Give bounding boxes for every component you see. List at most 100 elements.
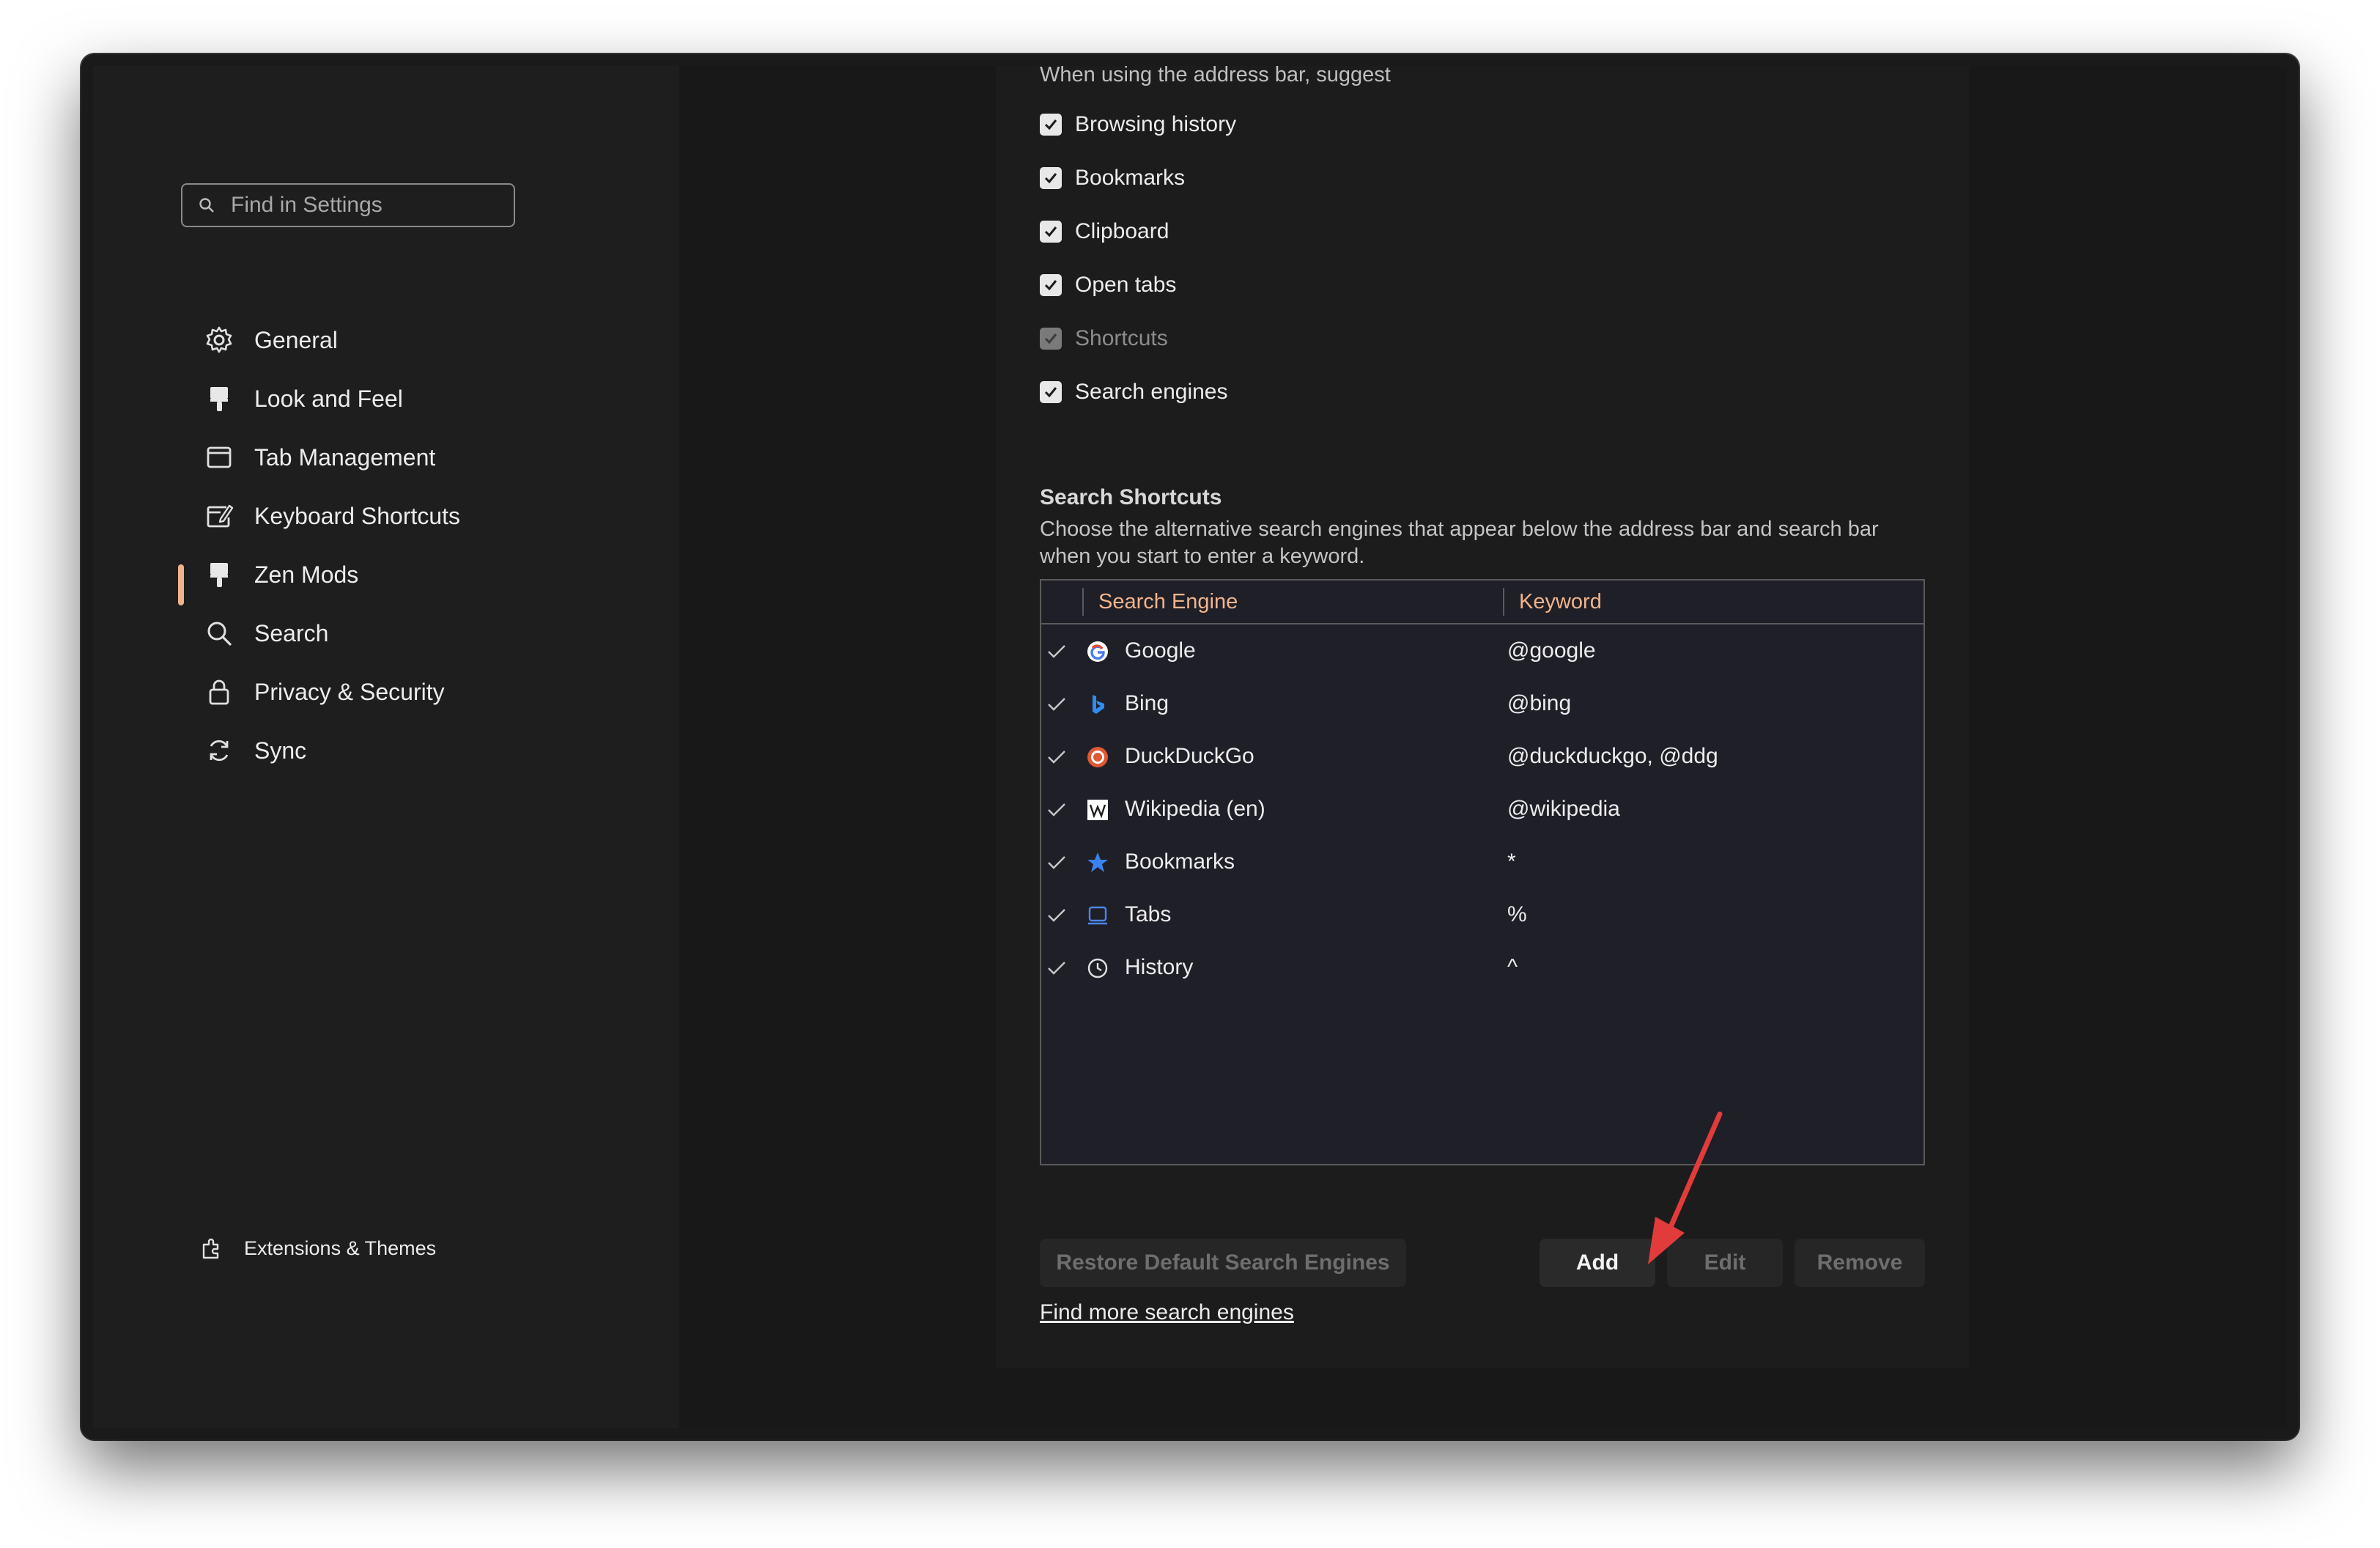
table-row[interactable]: Bookmarks * [1041,836,1923,888]
sidebar-item-privacy-security[interactable]: Privacy & Security [203,668,445,715]
checkbox[interactable] [1040,274,1062,296]
tab-icon [1085,903,1110,928]
sync-icon [203,734,235,767]
search-icon [203,617,235,649]
table-row[interactable]: Google @google [1041,624,1923,677]
sidebar-item-label: Privacy & Security [254,678,445,705]
column-separator [1503,588,1504,616]
checkmark-icon[interactable] [1044,956,1069,984]
option-label: Search engines [1075,380,1228,404]
sidebar-item-look-and-feel[interactable]: Look and Feel [203,375,403,422]
option-label: Clipboard [1075,219,1169,243]
engine-name: DuckDuckGo [1125,744,1254,768]
table-row[interactable]: Bing @bing [1041,677,1923,730]
search-icon [199,198,214,213]
extensions-themes-link[interactable]: Extensions & Themes [200,1236,436,1261]
checkmark-icon[interactable] [1044,692,1069,720]
checkbox[interactable] [1040,381,1062,403]
column-header-engine[interactable]: Search Engine [1098,580,1238,623]
active-indicator [178,564,184,605]
sidebar-item-label: Zen Mods [254,561,359,588]
sidebar-item-search[interactable]: Search [203,610,328,657]
sidebar-item-general[interactable]: General [203,317,338,364]
settings-search-input[interactable] [229,192,496,218]
engine-keyword: % [1507,902,1527,926]
restore-defaults-button[interactable]: Restore Default Search Engines [1040,1239,1406,1287]
option-browsing-history[interactable]: Browsing history [1040,104,1236,145]
option-label: Browsing history [1075,112,1237,136]
clock-icon [1085,956,1110,981]
search-engines-table[interactable]: Search Engine Keyword Google @google Bin… [1040,579,1925,1165]
checkbox[interactable] [1040,114,1062,136]
checkmark-icon[interactable] [1044,797,1069,826]
checkmark-icon[interactable] [1044,745,1069,773]
engine-name: Tabs [1125,902,1172,926]
sidebar: General Look and Feel [93,66,679,1428]
sidebar-item-zen-mods[interactable]: Zen Mods [203,551,358,598]
table-row[interactable]: Wikipedia (en) @wikipedia [1041,783,1923,836]
lock-icon [203,676,235,708]
sidebar-item-sync[interactable]: Sync [203,727,306,774]
table-header: Search Engine Keyword [1041,580,1923,624]
option-shortcuts: Shortcuts [1040,318,1168,359]
sidebar-item-keyboard-shortcuts[interactable]: Keyboard Shortcuts [203,493,460,539]
sidebar-item-label: General [254,326,338,353]
extensions-themes-label: Extensions & Themes [244,1236,437,1259]
engine-keyword: @duckduckgo, @ddg [1507,744,1718,768]
google-icon [1085,639,1110,664]
sidebar-item-tab-management[interactable]: Tab Management [203,434,435,481]
sidebar-item-label: Sync [254,737,307,764]
table-row[interactable]: DuckDuckGo @duckduckgo, @ddg [1041,730,1923,783]
wikipedia-icon [1085,797,1110,822]
engine-keyword: * [1507,849,1516,874]
option-search-engines[interactable]: Search engines [1040,372,1227,413]
bing-icon [1085,692,1110,717]
table-row[interactable]: Tabs % [1041,888,1923,941]
checkmark-icon[interactable] [1044,903,1069,932]
window-body: General Look and Feel [93,66,2287,1428]
search-shortcuts-title: Search Shortcuts [1040,485,1222,509]
option-label: Shortcuts [1075,326,1168,350]
keyboard-edit-icon [203,500,235,532]
paintbrush-icon [203,383,235,415]
remove-button[interactable]: Remove [1795,1239,1925,1287]
window-icon [203,441,235,473]
option-label: Bookmarks [1075,166,1186,190]
option-clipboard[interactable]: Clipboard [1040,211,1169,252]
option-label: Open tabs [1075,273,1177,297]
sidebar-item-label: Search [254,619,329,646]
checkbox[interactable] [1040,167,1062,189]
sidebar-item-label: Keyboard Shortcuts [254,502,461,529]
gear-icon [203,324,235,356]
sidebar-item-label: Tab Management [254,443,436,471]
checkmark-icon[interactable] [1044,639,1069,668]
settings-search-box[interactable] [181,183,515,227]
find-more-search-engines-link[interactable]: Find more search engines [1040,1300,1294,1325]
engine-name: Bing [1125,691,1169,715]
annotation-arrow [1648,1111,1723,1264]
engine-name: History [1125,955,1194,979]
checkbox[interactable] [1040,221,1062,243]
sidebar-item-label: Look and Feel [254,385,403,412]
address-bar-suggest-heading: When using the address bar, suggest [1040,66,1391,86]
engine-keyword: @bing [1507,691,1572,715]
search-shortcuts-description: Choose the alternative search engines th… [1040,517,1879,568]
table-row[interactable]: History ^ [1041,941,1923,994]
paintbrush-icon [203,559,235,591]
engine-name: Wikipedia (en) [1125,797,1265,821]
puzzle-icon [200,1236,225,1261]
checkbox [1040,328,1062,350]
checkmark-icon[interactable] [1044,850,1069,879]
add-button[interactable]: Add [1540,1239,1655,1287]
star-icon [1085,850,1110,875]
option-bookmarks[interactable]: Bookmarks [1040,158,1185,199]
engine-keyword: @wikipedia [1507,797,1620,821]
engine-name: Bookmarks [1125,849,1235,874]
engine-name: Google [1125,638,1196,663]
column-separator [1082,588,1084,616]
option-open-tabs[interactable]: Open tabs [1040,265,1176,306]
engine-keyword: ^ [1507,955,1518,979]
column-header-keyword[interactable]: Keyword [1519,580,1602,623]
settings-window: General Look and Feel [81,54,2299,1440]
engine-keyword: @google [1507,638,1596,663]
